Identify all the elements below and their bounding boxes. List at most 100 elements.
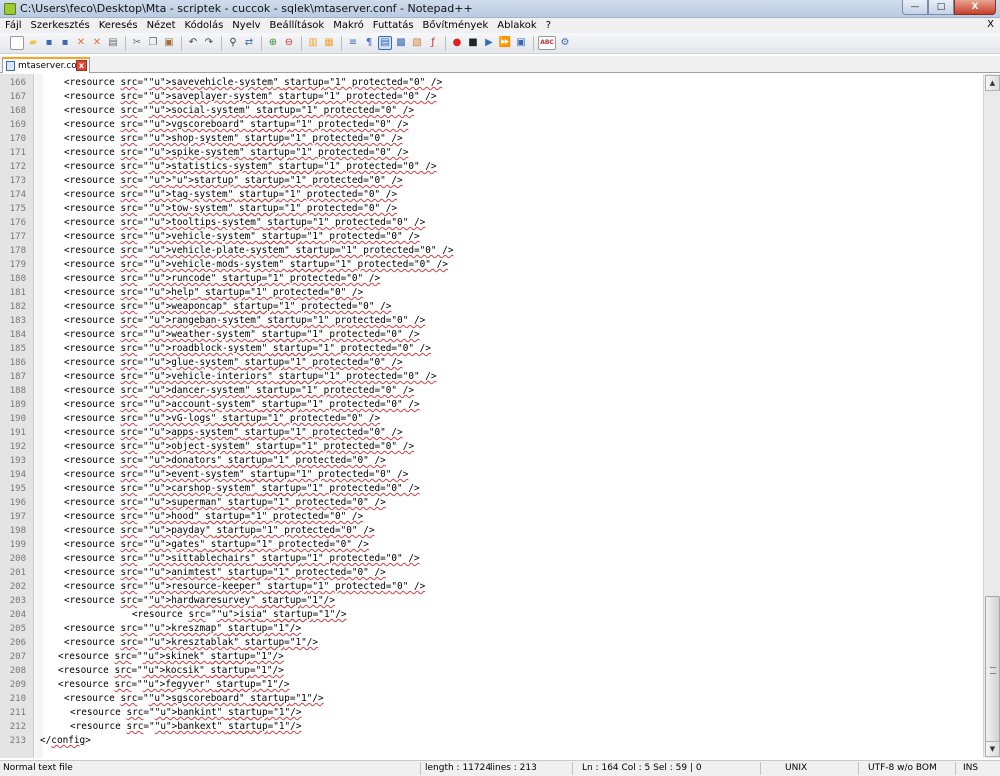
code-line[interactable]: 173 <resource src=""u">"u">startup" start…	[0, 174, 982, 188]
code-line[interactable]: 186 <resource src=""u">glue-system" start…	[0, 356, 982, 370]
code-line[interactable]: 190 <resource src=""u">vG-logs" startup="…	[0, 412, 982, 426]
replace-icon[interactable]: ⇄	[242, 36, 256, 50]
menu-search[interactable]: Keresés	[99, 20, 138, 31]
code-line[interactable]: 205 <resource src=""u">kreszmap" startup=…	[0, 622, 982, 636]
code-line[interactable]: 168 <resource src=""u">social-system" sta…	[0, 104, 982, 118]
code-line[interactable]: 171 <resource src=""u">spike-system" star…	[0, 146, 982, 160]
stop-macro-icon[interactable]: ■	[466, 36, 480, 50]
code-line[interactable]: 166 <resource src=""u">savevehicle-system…	[0, 76, 982, 90]
code-line[interactable]: 176 <resource src=""u">tooltips-system" s…	[0, 216, 982, 230]
paste-icon[interactable]: ▣	[162, 36, 176, 50]
save-icon[interactable]: ▪	[42, 36, 56, 50]
editor[interactable]: 166 <resource src=""u">savevehicle-system…	[0, 74, 1000, 758]
copy-icon[interactable]: ❐	[146, 36, 160, 50]
menu-help[interactable]: ?	[546, 20, 551, 31]
code-line[interactable]: 185 <resource src=""u">roadblock-system" …	[0, 342, 982, 356]
tab-close-icon[interactable]: x	[76, 60, 87, 71]
code-line[interactable]: 188 <resource src=""u">dancer-system" sta…	[0, 384, 982, 398]
title-bar[interactable]: C:\Users\feco\Desktop\Mta - scriptek - c…	[0, 0, 1000, 18]
scroll-down-arrow-icon[interactable]: ▼	[985, 741, 1000, 757]
code-line[interactable]: 206 <resource src=""u">kresztablak" start…	[0, 636, 982, 650]
code-line[interactable]: 167 <resource src=""u">saveplayer-system"…	[0, 90, 982, 104]
code-line[interactable]: 170 <resource src=""u">shop-system" start…	[0, 132, 982, 146]
code-line[interactable]: 193 <resource src=""u">donators" startup=…	[0, 454, 982, 468]
scroll-up-arrow-icon[interactable]: ▲	[985, 75, 1000, 91]
code-line[interactable]: 182 <resource src=""u">weaponcap" startup…	[0, 300, 982, 314]
code-line[interactable]: 212 <resource src=""u">bankext" startup="…	[0, 720, 982, 734]
find-icon[interactable]: ⚲	[226, 36, 240, 50]
code-line[interactable]: 174 <resource src=""u">tag-system" startu…	[0, 188, 982, 202]
code-line[interactable]: 178 <resource src=""u">vehicle-plate-syst…	[0, 244, 982, 258]
doc-map-icon[interactable]: ▧	[410, 36, 424, 50]
code-line[interactable]: 189 <resource src=""u">account-system" st…	[0, 398, 982, 412]
code-line[interactable]: 200 <resource src=""u">sittablechairs" st…	[0, 552, 982, 566]
menu-window[interactable]: Ablakok	[497, 20, 536, 31]
menu-run[interactable]: Futtatás	[373, 20, 414, 31]
menu-plugins[interactable]: Bővítmények	[423, 20, 489, 31]
menu-macro[interactable]: Makró	[333, 20, 364, 31]
menu-settings[interactable]: Beállítások	[270, 20, 325, 31]
close-file-icon[interactable]: ✕	[74, 36, 88, 50]
code-line[interactable]: 203 <resource src=""u">hardwaresurvey" st…	[0, 594, 982, 608]
redo-icon[interactable]: ↷	[202, 36, 216, 50]
save-all-icon[interactable]: ▪	[58, 36, 72, 50]
menu-view[interactable]: Nézet	[147, 20, 176, 31]
menu-language[interactable]: Nyelv	[232, 20, 260, 31]
code-line[interactable]: 208 <resource src=""u">kocsik" startup="1…	[0, 664, 982, 678]
play-macro-icon[interactable]: ▶	[482, 36, 496, 50]
code-line[interactable]: 202 <resource src=""u">resource-keeper" s…	[0, 580, 982, 594]
maximize-button[interactable]: □	[928, 0, 954, 15]
indent-guide-icon[interactable]: ▤	[378, 36, 392, 50]
scrollbar-thumb[interactable]	[985, 596, 1000, 748]
code-line[interactable]: 175 <resource src=""u">tow-system" startu…	[0, 202, 982, 216]
code-line[interactable]: 196 <resource src=""u">superman" startup=…	[0, 496, 982, 510]
code-line[interactable]: 187 <resource src=""u">vehicle-interiors"…	[0, 370, 982, 384]
menu-edit[interactable]: Szerkesztés	[31, 20, 90, 31]
code-line[interactable]: 181 <resource src=""u">help" startup="1" …	[0, 286, 982, 300]
code-line[interactable]: 204 <resource src=""u">isia" startup="1"/…	[0, 608, 982, 622]
spell-check-icon[interactable]: ABC	[538, 36, 556, 50]
open-icon[interactable]: ▰	[26, 36, 40, 50]
code-line[interactable]: 169 <resource src=""u">vgscoreboard" star…	[0, 118, 982, 132]
code-line[interactable]: 183 <resource src=""u">rangeban-system" s…	[0, 314, 982, 328]
code-line[interactable]: 207 <resource src=""u">skinek" startup="1…	[0, 650, 982, 664]
code-line[interactable]: 194 <resource src=""u">event-system" star…	[0, 468, 982, 482]
function-list-icon[interactable]: ƒ	[426, 36, 440, 50]
save-macro-icon[interactable]: ▣	[514, 36, 528, 50]
vertical-scrollbar[interactable]: ▲ ▼	[983, 74, 1000, 758]
code-line[interactable]: 197 <resource src=""u">hood" startup="1" …	[0, 510, 982, 524]
code-line[interactable]: 211 <resource src=""u">bankint" startup="…	[0, 706, 982, 720]
code-lines[interactable]: 166 <resource src=""u">savevehicle-system…	[0, 76, 982, 748]
close-document-button[interactable]: X	[987, 19, 994, 30]
zoom-out-icon[interactable]: ⊖	[282, 36, 296, 50]
menu-encoding[interactable]: Kódolás	[185, 20, 224, 31]
spell-check-settings-icon[interactable]: ⚙	[558, 36, 572, 50]
close-all-icon[interactable]: ✕	[90, 36, 104, 50]
code-line[interactable]: 180 <resource src=""u">runcode" startup="…	[0, 272, 982, 286]
code-line[interactable]: 210 <resource src=""u">sgscoreboard" star…	[0, 692, 982, 706]
print-icon[interactable]: ▤	[106, 36, 120, 50]
code-line[interactable]: 201 <resource src=""u">animtest" startup=…	[0, 566, 982, 580]
code-line[interactable]: 198 <resource src=""u">payday" startup="1…	[0, 524, 982, 538]
code-line[interactable]: 192 <resource src=""u">object-system" sta…	[0, 440, 982, 454]
zoom-in-icon[interactable]: ⊕	[266, 36, 280, 50]
new-icon[interactable]: ▫	[10, 36, 24, 50]
sync-vertical-icon[interactable]: ▥	[306, 36, 320, 50]
word-wrap-icon[interactable]: ≡	[346, 36, 360, 50]
tab-mtaserver-conf[interactable]: mtaserver.conf x	[2, 57, 90, 73]
user-lang-icon[interactable]: ▩	[394, 36, 408, 50]
code-line[interactable]: 179 <resource src=""u">vehicle-mods-syste…	[0, 258, 982, 272]
play-multiple-icon[interactable]: ⏩	[498, 36, 512, 50]
record-macro-icon[interactable]: ●	[450, 36, 464, 50]
code-line[interactable]: 177 <resource src=""u">vehicle-system" st…	[0, 230, 982, 244]
cut-icon[interactable]: ✂	[130, 36, 144, 50]
undo-icon[interactable]: ↶	[186, 36, 200, 50]
show-all-chars-icon[interactable]: ¶	[362, 36, 376, 50]
code-line[interactable]: 209 <resource src=""u">fegyver" startup="…	[0, 678, 982, 692]
sync-horizontal-icon[interactable]: ▦	[322, 36, 336, 50]
code-line[interactable]: 172 <resource src=""u">statistics-system"…	[0, 160, 982, 174]
code-line[interactable]: 184 <resource src=""u">weather-system" st…	[0, 328, 982, 342]
code-line[interactable]: 195 <resource src=""u">carshop-system" st…	[0, 482, 982, 496]
minimize-button[interactable]: —	[902, 0, 928, 15]
menu-file[interactable]: Fájl	[5, 20, 22, 31]
